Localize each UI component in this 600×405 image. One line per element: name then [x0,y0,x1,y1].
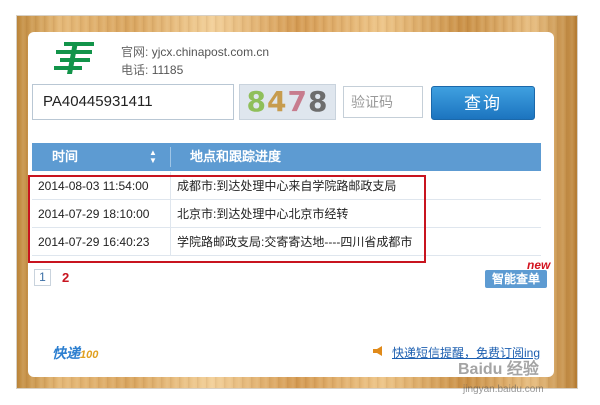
row-time: 2014-07-29 16:40:23 [38,235,150,249]
row-divider [170,228,171,255]
row-divider [170,172,171,199]
kuaidi100-logo[interactable]: 快递100 [52,343,98,363]
col-location-header: 地点和跟踪进度 [190,149,282,164]
table-row: 2014-07-29 18:10:00 北京市:到达处理中心北京市经转 [32,200,541,228]
captcha-digit: 8 [246,85,268,118]
table-row: 2014-08-03 11:54:00 成都市:到达处理中心来自学院路邮政支局 [32,172,541,200]
row-location: 成都市:到达处理中心来自学院路邮政支局 [177,179,397,193]
header-divider [170,147,171,167]
captcha-digits: 8478 [240,85,335,119]
smart-query-button[interactable]: 智能查单 [485,270,547,288]
captcha-image[interactable]: 8478 [239,84,336,120]
captcha-digit: 7 [287,85,308,118]
watermark-url: jingyan.baidu.com [463,384,544,395]
verify-code-input[interactable]: 验证码 [343,86,423,118]
megaphone-icon [373,346,382,356]
page-1-link[interactable]: 1 [34,269,51,286]
page-2-link[interactable]: 2 [62,269,69,286]
captcha-digit: 4 [267,85,288,118]
site-label: 官网: [121,45,149,59]
kuaidi-logo-sub: 100 [80,349,99,361]
phone-label: 电话: [121,63,149,77]
row-time: 2014-08-03 11:54:00 [38,179,149,193]
row-time: 2014-07-29 18:10:00 [38,207,150,221]
captcha-digit: 8 [307,85,329,118]
table-header: 时间 ▲ ▼ 地点和跟踪进度 [32,143,541,171]
china-post-logo-icon [54,42,94,74]
row-location: 北京市:到达处理中心北京市经转 [177,207,349,221]
official-site: 官网: yjcx.chinapost.com.cn [121,43,269,60]
row-divider [170,200,171,227]
sort-icon[interactable]: ▲ ▼ [149,149,159,165]
table-row: 2014-07-29 16:40:23 学院路邮政支局:交寄寄达地----四川省… [32,228,541,256]
phone-line: 电话: 11185 [121,61,183,78]
phone-number: 11185 [151,63,184,77]
tracking-number-input[interactable]: PA40445931411 [32,84,234,120]
col-time-header[interactable]: 时间 [52,143,78,171]
row-location: 学院路邮政支局:交寄寄达地----四川省成都市 [177,235,413,249]
site-url: yjcx.chinapost.com.cn [151,45,270,59]
kuaidi-logo-main: 快递 [52,345,80,361]
query-button[interactable]: 查询 [431,86,535,120]
